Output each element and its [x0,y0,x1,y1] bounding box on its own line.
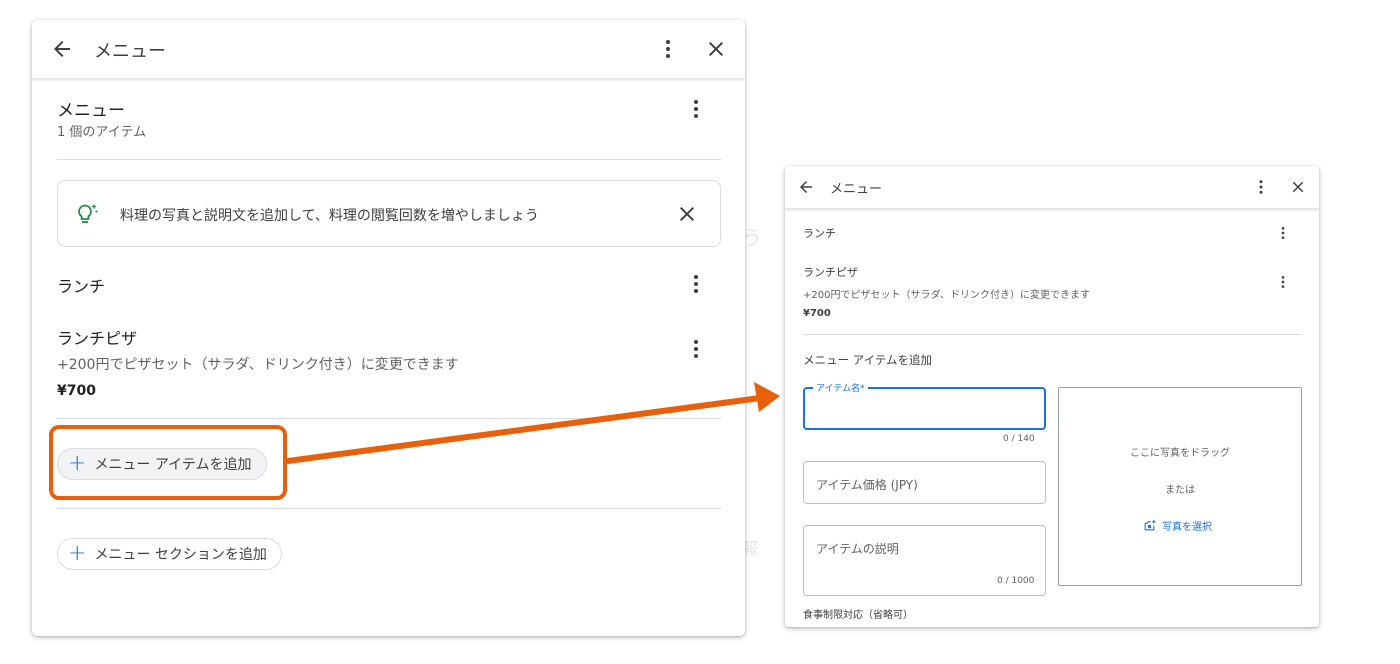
select-photo-button[interactable]: 写真を選択 [1143,518,1212,533]
screenshot-canvas: う 報 メニュー メニュー 1 個のアイテム 料理の写真と説明文を追加して、料理… [0,0,1400,664]
item-description-placeholder: アイテムの説明 [816,542,899,556]
item-more-options-icon[interactable] [1275,274,1291,290]
dietary-label: 食事制限対応（省略可） [803,610,913,621]
panel-title: メニュー [830,182,883,197]
photo-dropzone[interactable]: ここに写真をドラッグ または 写真を選択 [1058,387,1302,586]
back-arrow-icon[interactable] [797,178,815,196]
item-name-label: アイテム名* [813,381,868,394]
item-price: ¥700 [803,308,831,319]
item-price-placeholder: アイテム価格 (JPY) [816,478,918,492]
select-photo-label: 写真を選択 [1162,522,1212,533]
item-price-field[interactable]: アイテム価格 (JPY) [803,461,1046,504]
divider [803,334,1302,335]
item-description: +200円でピザセット（サラダ、ドリンク付き）に変更できます [803,290,1090,301]
section-name: ランチ [803,227,836,240]
item-name-field[interactable]: アイテム名* [803,381,1046,430]
item-description-field[interactable]: アイテムの説明 0 / 1000 [803,525,1046,596]
add-item-heading: メニュー アイテムを追加 [803,353,933,367]
item-name: ランチピザ [803,266,858,279]
or-text: または [1165,485,1195,496]
close-icon[interactable] [1289,178,1307,196]
section-more-options-icon[interactable] [1275,225,1291,241]
drop-text: ここに写真をドラッグ [1130,448,1230,459]
add-photo-icon [1144,520,1156,531]
menu-editor-panel-expanded: メニュー ランチ ランチピザ +200円でピザセット（サラダ、ドリンク付き）に変… [785,166,1319,627]
item-name-counter: 0 / 140 [1003,434,1035,444]
item-description-counter: 0 / 1000 [997,576,1035,586]
panel-header: メニュー [785,166,1319,208]
more-options-icon[interactable] [1252,178,1270,196]
